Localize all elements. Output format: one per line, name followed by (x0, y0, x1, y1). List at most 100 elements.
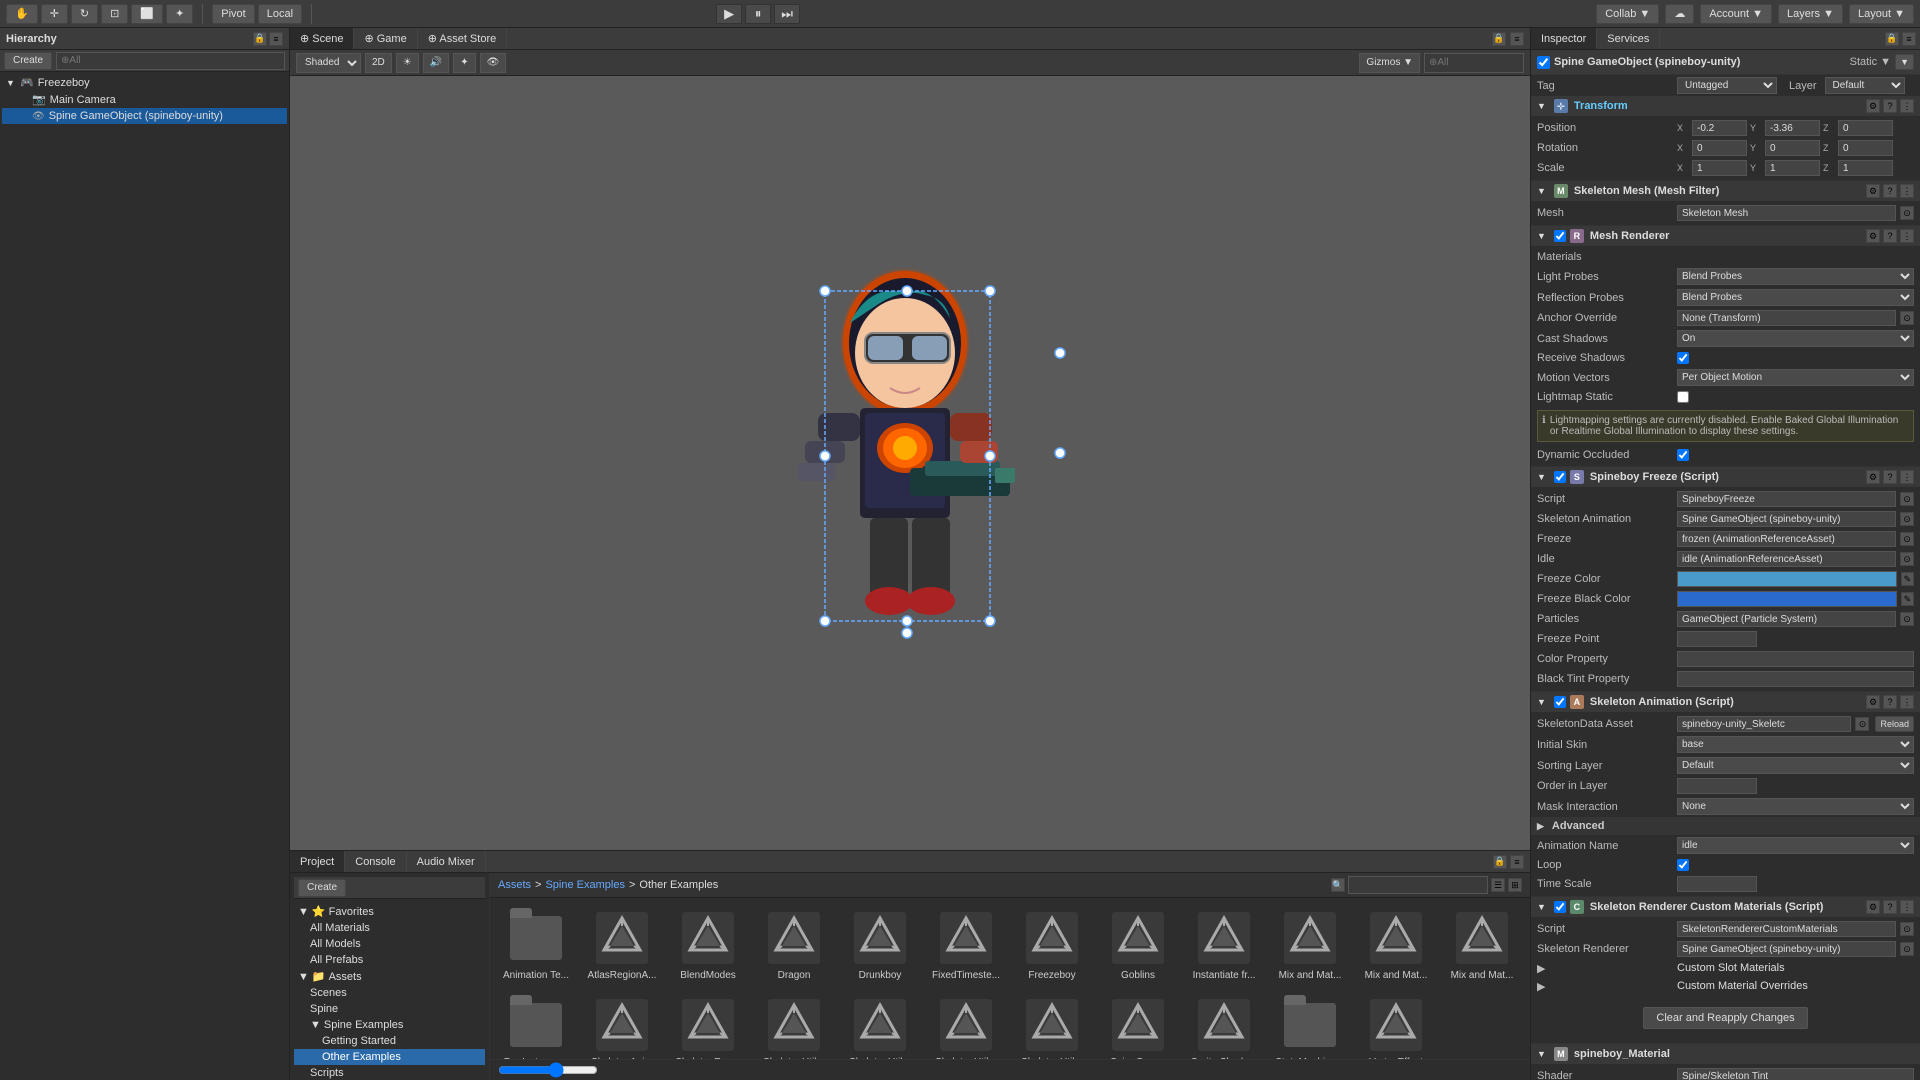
asset-store-tab[interactable]: ⊕ Asset Store (418, 28, 508, 49)
src-header[interactable]: ▼ C Skeleton Renderer Custom Materials (… (1531, 897, 1920, 917)
sf-particles-ref[interactable]: GameObject (Particle System) (1677, 611, 1896, 627)
pause-btn[interactable]: ⏸ (745, 4, 771, 24)
rot-y-input[interactable] (1765, 140, 1820, 156)
clear-reapply-btn[interactable]: Clear and Reapply Changes (1643, 1007, 1807, 1029)
bottom-menu-btn[interactable]: ≡ (1510, 855, 1524, 869)
pos-z-input[interactable] (1838, 120, 1893, 136)
scene-view[interactable] (290, 76, 1530, 850)
asset-item[interactable]: SkeletonRen... (668, 991, 748, 1059)
cloud-btn[interactable]: ☁ (1665, 4, 1694, 24)
sf-freeze-ref[interactable]: frozen (AnimationReferenceAsset) (1677, 531, 1896, 547)
audio-mixer-tab[interactable]: Audio Mixer (407, 851, 486, 872)
src-renderer-pick-btn[interactable]: ⊙ (1900, 942, 1914, 956)
lighting-btn[interactable]: ☀ (396, 53, 419, 73)
sm-shader-ref[interactable]: Spine/Skeleton Tint (1677, 1068, 1914, 1080)
other-examples-item[interactable]: Other Examples (294, 1049, 485, 1065)
scale-x-input[interactable] (1692, 160, 1747, 176)
account-btn[interactable]: Account ▼ (1700, 4, 1772, 24)
pos-x-input[interactable] (1692, 120, 1747, 136)
asset-item[interactable]: SpineGauge (1098, 991, 1178, 1059)
play-btn[interactable]: ▶ (716, 4, 742, 24)
sa-skeldata-ref[interactable]: spineboy-unity_Skeletc (1677, 716, 1851, 732)
mr-settings-btn[interactable]: ⚙ (1866, 229, 1880, 243)
asset-item[interactable]: Sprite Shaders (1184, 991, 1264, 1059)
src-dots-btn[interactable]: ⋮ (1900, 900, 1914, 914)
game-tab[interactable]: ⊕ Game (354, 28, 417, 49)
skeleton-animation-header[interactable]: ▼ A Skeleton Animation (Script) ⚙ ? ⋮ (1531, 692, 1920, 712)
freeze-color-swatch[interactable] (1677, 571, 1897, 587)
audio-btn[interactable]: 🔊 (423, 53, 449, 73)
spine-examples-item[interactable]: ▼ Spine Examples (294, 1017, 485, 1033)
local-btn[interactable]: Local (258, 4, 302, 24)
favorites-group[interactable]: ▼ ⭐ Favorites (294, 903, 485, 920)
asset-item[interactable]: Mix and Mat... (1356, 904, 1436, 985)
inspector-lock-btn[interactable]: 🔒 (1885, 32, 1899, 46)
scripts-item[interactable]: Scripts (294, 1065, 485, 1080)
layer-select[interactable]: Default (1825, 77, 1905, 94)
mf-dots-btn[interactable]: ⋮ (1900, 184, 1914, 198)
assets-group[interactable]: ▼ 📁 Assets (294, 968, 485, 985)
sa-anim-name-select[interactable]: idle (1677, 837, 1914, 854)
sf-info-btn[interactable]: ? (1883, 470, 1897, 484)
tree-item-root[interactable]: ▼ 🎮 Freezeboy (2, 74, 287, 91)
sa-mask-select[interactable]: None (1677, 798, 1914, 815)
motion-vectors-select[interactable]: Per Object Motion (1677, 369, 1914, 386)
asset-size-slider[interactable] (498, 1062, 598, 1078)
view-mode-dropdown[interactable]: Shaded (296, 53, 361, 73)
sa-info-btn[interactable]: ? (1883, 695, 1897, 709)
sf-idle-ref[interactable]: idle (AnimationReferenceAsset) (1677, 551, 1896, 567)
asset-item[interactable]: Mix and Mat... (1270, 904, 1350, 985)
getting-started-item[interactable]: Getting Started (294, 1033, 485, 1049)
breadcrumb-assets[interactable]: Assets (498, 879, 531, 891)
scale-y-input[interactable] (1765, 160, 1820, 176)
sa-enabled-checkbox[interactable] (1554, 696, 1566, 708)
freeze-black-color-swatch[interactable] (1677, 591, 1897, 607)
sf-skeleton-anim-ref[interactable]: Spine GameObject (spineboy-unity) (1677, 511, 1896, 527)
lightmap-static-checkbox[interactable] (1677, 391, 1689, 403)
src-enabled-checkbox[interactable] (1554, 901, 1566, 913)
services-tab[interactable]: Services (1597, 28, 1660, 49)
sf-fbc-edit-btn[interactable]: ✎ (1901, 592, 1914, 606)
mesh-pick-btn[interactable]: ⊙ (1900, 206, 1914, 220)
rotate-tool-btn[interactable]: ↻ (71, 4, 98, 24)
scene-vis-btn[interactable]: 👁 (480, 53, 507, 73)
asset-item[interactable]: FixedTimeste... (926, 904, 1006, 985)
gizmos-btn[interactable]: Gizmos ▼ (1359, 53, 1420, 73)
sf-p-pick-btn[interactable]: ⊙ (1900, 612, 1914, 626)
mesh-ref[interactable]: Skeleton Mesh (1677, 205, 1896, 221)
sa-settings-btn[interactable]: ⚙ (1866, 695, 1880, 709)
rect-tool-btn[interactable]: ⬜ (131, 4, 163, 24)
layers-btn[interactable]: Layers ▼ (1778, 4, 1843, 24)
src-script-pick-btn[interactable]: ⊙ (1900, 922, 1914, 936)
all-prefabs-item[interactable]: All Prefabs (294, 952, 485, 968)
asset-item[interactable]: Dragon (754, 904, 834, 985)
sa-sorting-layer-select[interactable]: Default (1677, 757, 1914, 774)
asset-item[interactable]: SkeletonUtil... (840, 991, 920, 1059)
sa-dots-btn[interactable]: ⋮ (1900, 695, 1914, 709)
scenes-item[interactable]: Scenes (294, 985, 485, 1001)
pos-y-input[interactable] (1765, 120, 1820, 136)
sa-timescale-input[interactable]: 1 (1677, 876, 1757, 892)
rot-x-input[interactable] (1692, 140, 1747, 156)
tree-item-camera[interactable]: 📷 Main Camera (2, 91, 287, 108)
asset-search-input[interactable] (1348, 876, 1488, 894)
move-tool-btn[interactable]: ✛ (41, 4, 68, 24)
reflection-probes-select[interactable]: Blend Probes (1677, 289, 1914, 306)
sf-color-property-input[interactable]: _Color (1677, 651, 1914, 667)
hierarchy-lock-btn[interactable]: 🔒 (253, 32, 267, 46)
tree-item-spine-obj[interactable]: 👁 Spine GameObject (spineboy-unity) (2, 108, 287, 124)
project-create-btn[interactable]: Create (298, 879, 346, 897)
transform-settings-btn[interactable]: ⚙ (1866, 99, 1880, 113)
sf-enabled-checkbox[interactable] (1554, 471, 1566, 483)
asset-item[interactable]: Animation Te... (496, 904, 576, 985)
sa-loop-checkbox[interactable] (1677, 859, 1689, 871)
scale-tool-btn[interactable]: ⊡ (101, 4, 128, 24)
object-active-checkbox[interactable] (1537, 56, 1550, 69)
asset-view-btn[interactable]: ⊞ (1508, 878, 1522, 892)
asset-filter-btn[interactable]: ☰ (1491, 878, 1505, 892)
scene-tab[interactable]: ⊕ Scene (290, 28, 354, 49)
console-tab[interactable]: Console (345, 851, 406, 872)
all-materials-item[interactable]: All Materials (294, 920, 485, 936)
anchor-ref[interactable]: None (Transform) (1677, 310, 1896, 326)
asset-item[interactable]: Mix and Mat... (1442, 904, 1522, 985)
